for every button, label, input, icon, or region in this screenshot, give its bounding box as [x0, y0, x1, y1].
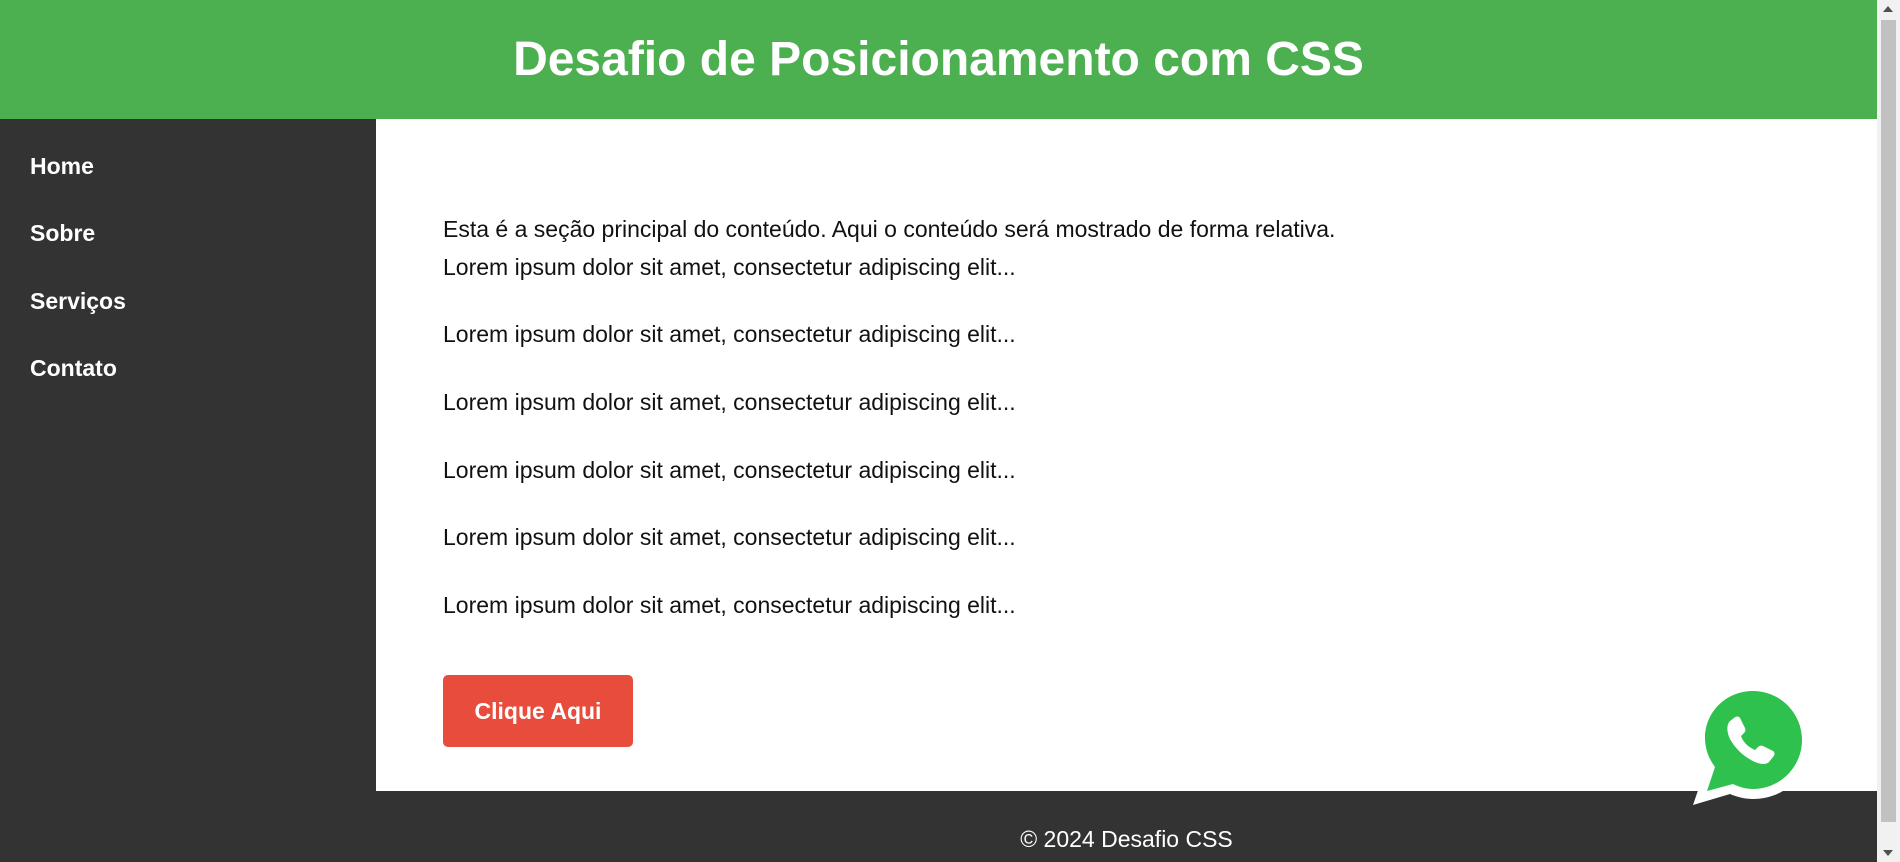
intro-paragraph: Esta é a seção principal do conteúdo. Aq…	[443, 216, 1336, 242]
lorem-paragraph: Lorem ipsum dolor sit amet, consectetur …	[443, 592, 1016, 618]
lorem-paragraph: Lorem ipsum dolor sit amet, consectetur …	[443, 457, 1016, 483]
sidebar-item-contato[interactable]: Contato	[30, 355, 117, 382]
site-footer: © 2024 Desafio CSS	[376, 791, 1877, 862]
lorem-paragraph: Lorem ipsum dolor sit amet, consectetur …	[443, 321, 1016, 347]
sidebar-item-servicos[interactable]: Serviços	[30, 288, 126, 315]
page-title: Desafio de Posicionamento com CSS	[513, 33, 1364, 86]
vertical-scrollbar[interactable]	[1877, 0, 1900, 862]
footer-copyright: © 2024 Desafio CSS	[1020, 826, 1233, 852]
whatsapp-icon[interactable]	[1688, 678, 1818, 808]
clique-aqui-button[interactable]: Clique Aqui	[443, 675, 633, 747]
scroll-up-arrow-icon[interactable]	[1883, 6, 1893, 12]
lorem-paragraph: Lorem ipsum dolor sit amet, consectetur …	[443, 524, 1016, 550]
sidebar: Home Sobre Serviços Contato	[0, 119, 376, 862]
lorem-paragraph: Lorem ipsum dolor sit amet, consectetur …	[443, 389, 1016, 415]
scroll-thumb[interactable]	[1881, 20, 1896, 822]
sidebar-item-home[interactable]: Home	[30, 153, 94, 180]
whatsapp-icon-graphic	[1693, 681, 1812, 805]
page: Desafio de Posicionamento com CSS Home S…	[0, 0, 1900, 862]
site-header: Desafio de Posicionamento com CSS	[0, 0, 1877, 119]
scroll-down-arrow-icon[interactable]	[1883, 850, 1893, 856]
main-content: Esta é a seção principal do conteúdo. Aq…	[376, 119, 1877, 791]
lorem-paragraph: Lorem ipsum dolor sit amet, consectetur …	[443, 254, 1016, 280]
sidebar-item-sobre[interactable]: Sobre	[30, 220, 95, 247]
